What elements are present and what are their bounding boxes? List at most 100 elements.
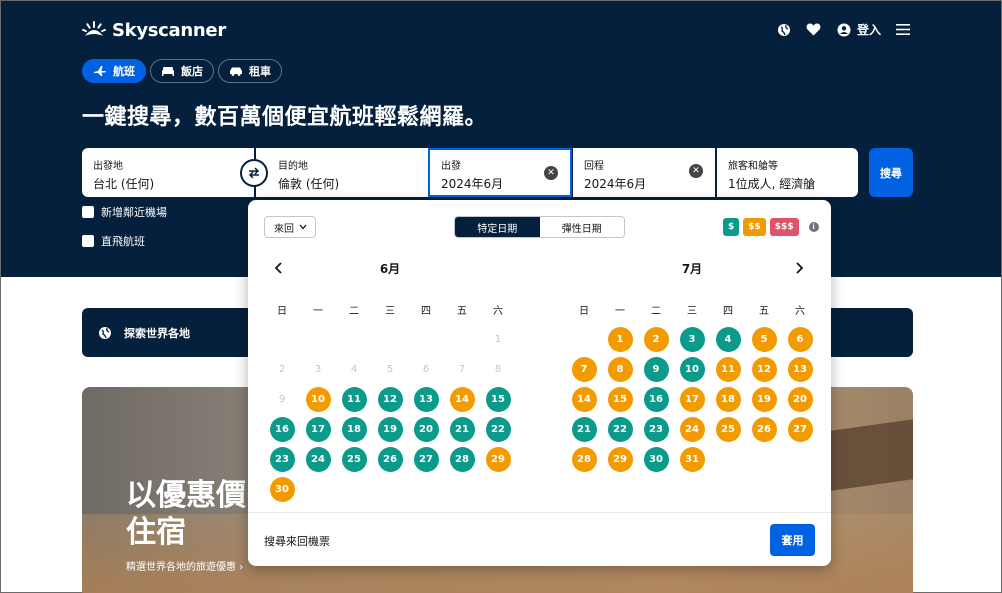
day-number[interactable]: 21 bbox=[449, 416, 475, 442]
day-number[interactable]: 18 bbox=[715, 386, 741, 412]
day-cell[interactable]: 26 bbox=[746, 414, 782, 444]
checkbox-box[interactable] bbox=[82, 206, 94, 218]
day-cell[interactable]: 1 bbox=[602, 324, 638, 354]
day-number[interactable]: 12 bbox=[377, 386, 403, 412]
day-number[interactable]: 9 bbox=[643, 356, 669, 382]
search-button[interactable]: 搜尋 bbox=[869, 148, 913, 197]
day-cell[interactable]: 23 bbox=[638, 414, 674, 444]
day-number[interactable]: 17 bbox=[305, 416, 331, 442]
clear-return-icon[interactable]: ✕ bbox=[689, 164, 703, 178]
day-cell[interactable]: 24 bbox=[300, 444, 336, 474]
day-cell[interactable]: 12 bbox=[372, 384, 408, 414]
day-number[interactable]: 23 bbox=[269, 446, 295, 472]
trip-type-select[interactable]: 來回 bbox=[264, 216, 316, 238]
day-cell[interactable]: 19 bbox=[372, 414, 408, 444]
day-cell[interactable]: 6 bbox=[782, 324, 818, 354]
depart-date-field[interactable]: 出發 2024年6月 ✕ bbox=[428, 148, 572, 197]
origin-field[interactable]: 出發地 台北 (任何) bbox=[82, 148, 254, 197]
day-number[interactable]: 20 bbox=[787, 386, 813, 412]
day-number[interactable]: 25 bbox=[715, 416, 741, 442]
day-number[interactable]: 10 bbox=[679, 356, 705, 382]
day-number[interactable]: 7 bbox=[571, 356, 597, 382]
day-cell[interactable]: 21 bbox=[444, 414, 480, 444]
day-number[interactable]: 28 bbox=[571, 446, 597, 472]
globe-icon[interactable] bbox=[776, 22, 792, 38]
swap-locations-button[interactable] bbox=[240, 159, 268, 187]
day-number[interactable]: 29 bbox=[607, 446, 633, 472]
menu-icon[interactable] bbox=[895, 22, 911, 38]
day-number[interactable]: 3 bbox=[679, 326, 705, 352]
day-cell[interactable]: 16 bbox=[638, 384, 674, 414]
day-number[interactable]: 27 bbox=[413, 446, 439, 472]
day-cell[interactable]: 19 bbox=[746, 384, 782, 414]
day-number[interactable]: 16 bbox=[269, 416, 295, 442]
day-cell[interactable]: 25 bbox=[710, 414, 746, 444]
day-cell[interactable]: 20 bbox=[782, 384, 818, 414]
nearby-airports-checkbox[interactable]: 新增鄰近機場 bbox=[82, 204, 167, 220]
day-cell[interactable]: 10 bbox=[674, 354, 710, 384]
day-number[interactable]: 11 bbox=[341, 386, 367, 412]
day-cell[interactable]: 7 bbox=[566, 354, 602, 384]
day-number[interactable]: 30 bbox=[643, 446, 669, 472]
day-number[interactable]: 30 bbox=[269, 476, 295, 502]
day-number[interactable]: 18 bbox=[341, 416, 367, 442]
day-cell[interactable]: 10 bbox=[300, 384, 336, 414]
day-cell[interactable]: 18 bbox=[710, 384, 746, 414]
day-number[interactable]: 10 bbox=[305, 386, 331, 412]
day-cell[interactable]: 15 bbox=[480, 384, 516, 414]
day-number[interactable]: 13 bbox=[413, 386, 439, 412]
day-number[interactable]: 19 bbox=[377, 416, 403, 442]
day-number[interactable]: 2 bbox=[643, 326, 669, 352]
day-number[interactable]: 4 bbox=[715, 326, 741, 352]
day-cell[interactable]: 17 bbox=[300, 414, 336, 444]
day-cell[interactable]: 11 bbox=[336, 384, 372, 414]
day-cell[interactable]: 27 bbox=[782, 414, 818, 444]
day-number[interactable]: 29 bbox=[485, 446, 511, 472]
day-number[interactable]: 27 bbox=[787, 416, 813, 442]
day-number[interactable]: 13 bbox=[787, 356, 813, 382]
day-number[interactable]: 28 bbox=[449, 446, 475, 472]
day-cell[interactable]: 13 bbox=[782, 354, 818, 384]
day-number[interactable]: 26 bbox=[377, 446, 403, 472]
flexible-dates-tab[interactable]: 彈性日期 bbox=[540, 217, 625, 237]
day-cell[interactable]: 22 bbox=[480, 414, 516, 444]
day-number[interactable]: 22 bbox=[485, 416, 511, 442]
day-number[interactable]: 14 bbox=[571, 386, 597, 412]
day-cell[interactable]: 21 bbox=[566, 414, 602, 444]
day-number[interactable]: 6 bbox=[787, 326, 813, 352]
day-cell[interactable]: 16 bbox=[264, 414, 300, 444]
clear-depart-icon[interactable]: ✕ bbox=[544, 166, 558, 180]
checkbox-box[interactable] bbox=[82, 235, 94, 247]
day-cell[interactable]: 31 bbox=[674, 444, 710, 474]
tab-hotels[interactable]: 飯店 bbox=[150, 59, 214, 83]
return-date-field[interactable]: 回程 2024年6月 ✕ bbox=[573, 148, 715, 197]
day-cell[interactable]: 28 bbox=[566, 444, 602, 474]
day-cell[interactable]: 30 bbox=[264, 474, 300, 504]
day-number[interactable]: 19 bbox=[751, 386, 777, 412]
day-number[interactable]: 5 bbox=[751, 326, 777, 352]
day-cell[interactable]: 28 bbox=[444, 444, 480, 474]
day-number[interactable]: 24 bbox=[679, 416, 705, 442]
promo-subtitle[interactable]: 精選世界各地的旅遊優惠 › bbox=[126, 558, 243, 573]
day-number[interactable]: 26 bbox=[751, 416, 777, 442]
heart-icon[interactable] bbox=[806, 22, 822, 38]
day-cell[interactable]: 18 bbox=[336, 414, 372, 444]
destination-field[interactable]: 目的地 倫敦 (任何) bbox=[256, 148, 428, 197]
day-number[interactable]: 1 bbox=[607, 326, 633, 352]
day-number[interactable]: 11 bbox=[715, 356, 741, 382]
day-cell[interactable]: 8 bbox=[602, 354, 638, 384]
day-cell[interactable]: 29 bbox=[602, 444, 638, 474]
day-number[interactable]: 20 bbox=[413, 416, 439, 442]
day-number[interactable]: 22 bbox=[607, 416, 633, 442]
day-cell[interactable]: 22 bbox=[602, 414, 638, 444]
day-cell[interactable]: 14 bbox=[444, 384, 480, 414]
tab-car-hire[interactable]: 租車 bbox=[218, 59, 282, 83]
day-cell[interactable]: 15 bbox=[602, 384, 638, 414]
day-cell[interactable]: 24 bbox=[674, 414, 710, 444]
day-cell[interactable]: 30 bbox=[638, 444, 674, 474]
passengers-class-field[interactable]: 旅客和艙等 1位成人, 經濟艙 bbox=[717, 148, 858, 197]
day-number[interactable]: 21 bbox=[571, 416, 597, 442]
day-cell[interactable]: 20 bbox=[408, 414, 444, 444]
day-cell[interactable]: 3 bbox=[674, 324, 710, 354]
specific-dates-tab[interactable]: 特定日期 bbox=[455, 217, 540, 237]
